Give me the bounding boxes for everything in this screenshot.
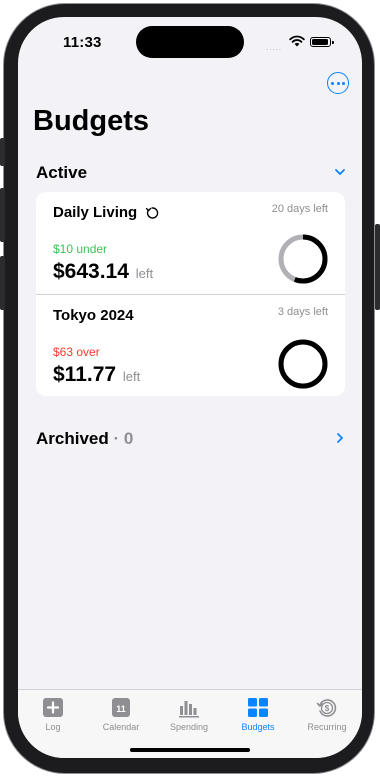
budget-remaining: $11.77 left — [53, 363, 140, 387]
battery-icon — [310, 37, 334, 47]
volume-up-button — [0, 188, 5, 242]
progress-ring — [278, 234, 328, 284]
days-left: 3 days left — [277, 306, 328, 318]
tab-calendar[interactable]: 11 Calendar — [91, 697, 151, 732]
left-label: left — [135, 266, 154, 281]
budget-remaining: $643.14 left — [53, 260, 153, 284]
bar-chart-icon — [179, 701, 199, 718]
archived-section-header[interactable]: Archived · 0 — [36, 429, 346, 453]
svg-text:$: $ — [325, 704, 330, 713]
chevron-down-icon[interactable] — [334, 166, 346, 178]
page-title: Budgets — [33, 105, 149, 137]
wifi-icon — [289, 35, 305, 47]
ellipsis-icon — [331, 81, 334, 85]
home-indicator — [130, 748, 250, 752]
dynamic-island — [136, 26, 244, 58]
tab-spending[interactable]: Spending — [159, 697, 219, 732]
tab-budgets[interactable]: Budgets — [228, 697, 288, 732]
active-section-header[interactable]: Active — [36, 163, 346, 187]
more-options-button[interactable] — [327, 72, 349, 94]
remaining-amount: $643.14 — [53, 260, 129, 283]
chevron-right-icon[interactable] — [334, 432, 346, 444]
budget-status: $63 over — [53, 345, 100, 359]
active-section-label: Active — [36, 163, 88, 182]
volume-down-button — [0, 256, 5, 310]
power-button — [375, 224, 380, 310]
budget-status: $10 under — [53, 242, 108, 256]
active-budgets-card: Daily Living 20 days left $10 under $643… — [36, 192, 345, 396]
status-time: 11:33 — [63, 34, 102, 51]
repeat-icon — [146, 206, 159, 219]
tab-log[interactable]: Log — [23, 697, 83, 732]
calendar-icon: 11 — [112, 698, 130, 717]
action-button — [0, 138, 5, 166]
budget-name: Tokyo 2024 — [53, 307, 134, 324]
plus-square-icon — [43, 698, 63, 717]
calendar-badge: 11 — [116, 704, 126, 714]
budget-row-tokyo-2024[interactable]: Tokyo 2024 3 days left $63 over $11.77 l… — [36, 294, 345, 396]
screen: 11:33 ..... Budgets Active Daily Living — [18, 17, 362, 758]
days-left: 20 days left — [271, 203, 328, 215]
recurring-dollar-icon: $ — [316, 699, 337, 717]
archived-section-label: Archived · 0 — [36, 429, 134, 448]
tab-recurring[interactable]: $ Recurring — [297, 697, 357, 732]
status-bar: 11:33 ..... — [18, 17, 362, 67]
left-label: left — [122, 369, 141, 384]
budget-name: Daily Living — [53, 204, 159, 221]
grid-icon — [248, 698, 268, 717]
progress-ring — [278, 339, 328, 389]
budget-row-daily-living[interactable]: Daily Living 20 days left $10 under $643… — [36, 192, 345, 294]
remaining-amount: $11.77 — [53, 363, 117, 386]
archived-count: · 0 — [113, 429, 134, 448]
cellular-signal-icon: ..... — [266, 43, 283, 52]
